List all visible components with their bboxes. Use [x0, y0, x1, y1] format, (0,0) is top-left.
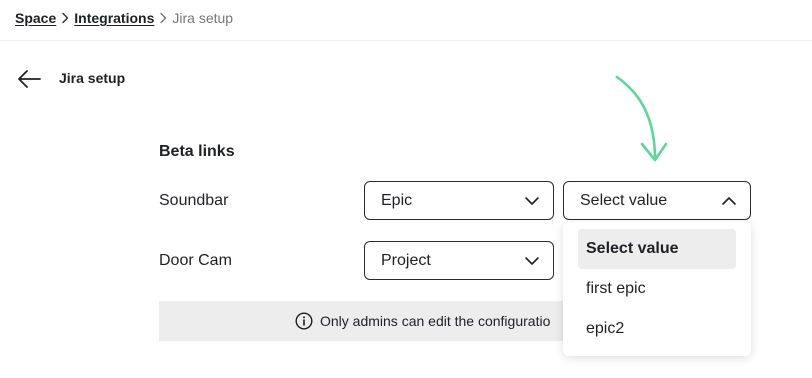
soundbar-type-select[interactable]: Epic	[364, 181, 554, 220]
select-value: Epic	[381, 191, 413, 209]
breadcrumb-link-space[interactable]: Space	[15, 10, 56, 26]
breadcrumb-link-integrations[interactable]: Integrations	[74, 10, 154, 26]
row-label-soundbar: Soundbar	[159, 192, 229, 209]
value-dropdown-menu: Select value first epic epic2	[563, 222, 751, 356]
chevron-up-icon	[722, 196, 736, 205]
select-value: Select value	[580, 191, 668, 209]
breadcrumb-current: Jira setup	[172, 10, 234, 26]
dropdown-option-select-value[interactable]: Select value	[578, 229, 736, 269]
admin-info-banner: Only admins can edit the configuratio	[159, 301, 579, 341]
row-label-door-cam: Door Cam	[159, 252, 232, 269]
arrow-left-icon	[18, 70, 41, 88]
breadcrumb: Space Integrations Jira setup	[15, 8, 233, 28]
info-icon	[295, 312, 313, 330]
section-title: Beta links	[159, 143, 235, 160]
chevron-right-icon	[56, 8, 74, 28]
header-divider	[0, 40, 812, 41]
dropdown-option-epic2[interactable]: epic2	[578, 309, 736, 349]
chevron-right-icon	[154, 8, 172, 28]
door-cam-type-select[interactable]: Project	[364, 241, 554, 280]
select-value: Project	[381, 251, 431, 269]
annotation-arrow-icon	[615, 75, 668, 162]
soundbar-value-select[interactable]: Select value	[563, 181, 751, 220]
chevron-down-icon	[525, 196, 539, 205]
dropdown-option-first-epic[interactable]: first epic	[578, 269, 736, 309]
chevron-down-icon	[525, 256, 539, 265]
back-button[interactable]	[16, 68, 42, 90]
info-text: Only admins can edit the configuratio	[320, 313, 551, 329]
page-title: Jira setup	[59, 70, 126, 86]
